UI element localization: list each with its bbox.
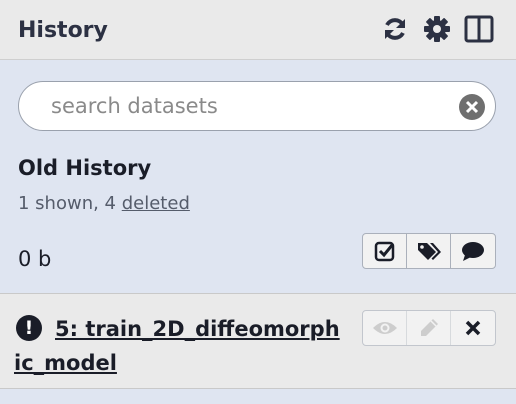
history-panel: Old History 1 shown, 4 deleted 0 b [0, 61, 516, 290]
tags-icon[interactable] [407, 234, 451, 268]
gear-icon[interactable] [422, 14, 452, 44]
history-counts: 1 shown, 4 deleted [18, 193, 190, 214]
clear-search-icon[interactable] [459, 94, 485, 120]
eye-icon[interactable] [363, 311, 407, 345]
history-size: 0 b [18, 247, 52, 271]
history-actions [362, 233, 496, 269]
search-input[interactable] [49, 92, 449, 120]
comment-icon[interactable] [451, 234, 495, 268]
header-toolbar [380, 14, 494, 44]
split-view-icon[interactable] [464, 14, 494, 44]
deleted-link[interactable]: deleted [122, 193, 190, 214]
refresh-icon[interactable] [380, 14, 410, 44]
exclamation-icon: ! [16, 315, 42, 341]
dataset-actions [362, 310, 496, 346]
history-header: History [0, 0, 516, 60]
shown-count: 1 shown, 4 [18, 193, 122, 214]
dataset-item[interactable]: 5: train_2D_diffeomorphic_model ! [0, 293, 516, 389]
next-item-edge [0, 390, 516, 404]
dataset-title[interactable]: 5: train_2D_diffeomorphic_model [14, 312, 344, 380]
delete-icon[interactable] [451, 311, 495, 345]
history-name[interactable]: Old History [18, 156, 151, 180]
panel-title: History [18, 18, 108, 43]
pencil-icon[interactable] [407, 311, 451, 345]
search-box [18, 81, 496, 131]
checkbox-icon[interactable] [363, 234, 407, 268]
